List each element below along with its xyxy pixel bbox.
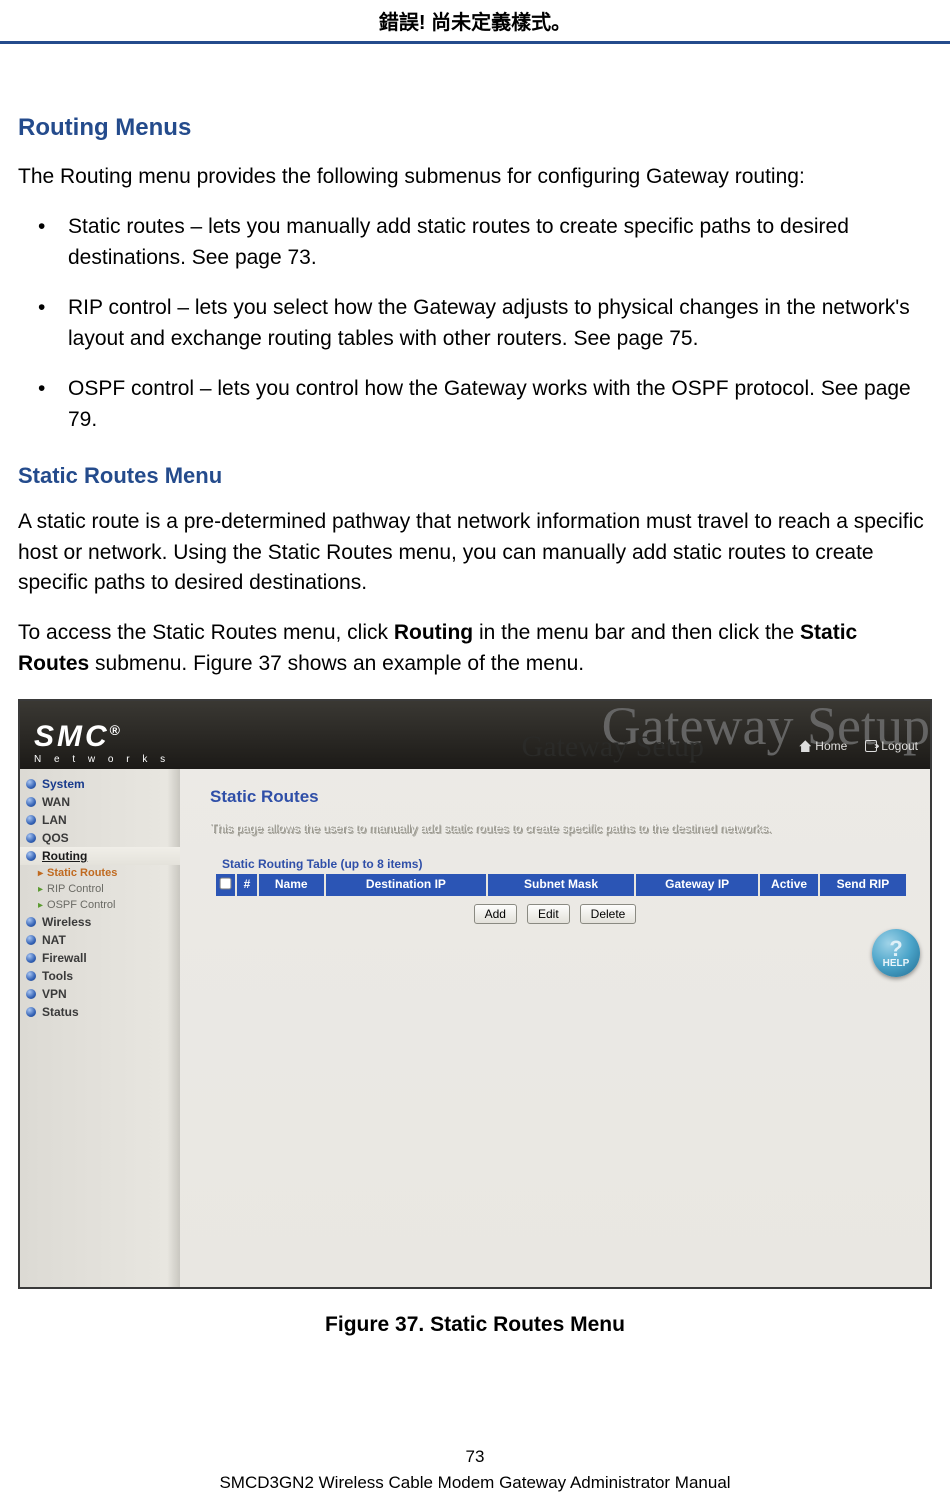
delete-button[interactable]: Delete bbox=[580, 904, 637, 924]
col-gateway-ip: Gateway IP bbox=[636, 874, 760, 896]
text-fragment: To access the Static Routes menu, click bbox=[18, 621, 394, 644]
text-fragment: in the menu bar and then click the bbox=[473, 621, 800, 644]
col-name: Name bbox=[259, 874, 326, 896]
dot-icon bbox=[26, 989, 36, 999]
nav-label: Status bbox=[42, 1005, 79, 1019]
text-fragment: submenu. Figure 37 shows an example of t… bbox=[89, 652, 584, 675]
nav-label: Routing bbox=[42, 849, 87, 863]
dot-icon bbox=[26, 971, 36, 981]
nav-sub-label: RIP Control bbox=[47, 883, 104, 895]
dot-icon bbox=[26, 953, 36, 963]
table-button-row: Add Edit Delete bbox=[210, 904, 900, 924]
dot-icon bbox=[26, 833, 36, 843]
logout-link[interactable]: Logout bbox=[865, 739, 918, 753]
intro-paragraph: The Routing menu provides the following … bbox=[18, 162, 932, 192]
nav-qos[interactable]: QOS bbox=[20, 829, 180, 847]
page-number: 73 bbox=[0, 1447, 950, 1467]
nav-sub-label: Static Routes bbox=[47, 867, 117, 879]
col-subnet-mask: Subnet Mask bbox=[488, 874, 636, 896]
figure-caption: Figure 37. Static Routes Menu bbox=[18, 1313, 932, 1337]
screenshot-header-bar: SMC® N e t w o r k s Gateway Setup Gatew… bbox=[20, 701, 930, 769]
bold-routing: Routing bbox=[394, 621, 473, 644]
arrow-icon: ▸ bbox=[38, 900, 43, 911]
nav-sub-label: OSPF Control bbox=[47, 899, 115, 911]
embedded-screenshot: SMC® N e t w o r k s Gateway Setup Gatew… bbox=[18, 699, 932, 1289]
bullet-ospf-control: OSPF control – lets you control how the … bbox=[48, 374, 932, 435]
col-destination-ip: Destination IP bbox=[326, 874, 488, 896]
nav-label: Wireless bbox=[42, 915, 91, 929]
help-question-icon: ? bbox=[889, 938, 902, 960]
static-routing-table-header: # Name Destination IP Subnet Mask Gatewa… bbox=[216, 874, 906, 896]
submenu-bullet-list: Static routes – lets you manually add st… bbox=[18, 212, 932, 435]
nav-label: Tools bbox=[42, 969, 73, 983]
col-send-rip: Send RIP bbox=[820, 874, 906, 896]
nav-nat[interactable]: NAT bbox=[20, 931, 180, 949]
nav-label: WAN bbox=[42, 795, 70, 809]
dot-icon bbox=[26, 851, 36, 861]
logo-subtitle: N e t w o r k s bbox=[34, 754, 170, 765]
edit-button[interactable]: Edit bbox=[527, 904, 570, 924]
nav-wireless[interactable]: Wireless bbox=[20, 913, 180, 931]
dot-icon bbox=[26, 797, 36, 807]
panel-title: Static Routes bbox=[210, 787, 906, 807]
nav-wan[interactable]: WAN bbox=[20, 793, 180, 811]
nav-sub-rip-control[interactable]: ▸ RIP Control bbox=[20, 881, 180, 897]
title-subtitle: Gateway Setup bbox=[522, 730, 704, 764]
header-divider bbox=[0, 41, 950, 44]
col-checkbox bbox=[216, 874, 237, 896]
heading-static-routes-menu: Static Routes Menu bbox=[18, 463, 932, 489]
nav-firewall[interactable]: Firewall bbox=[20, 949, 180, 967]
nav-status[interactable]: Status bbox=[20, 1003, 180, 1021]
logo: SMC® N e t w o r k s bbox=[20, 714, 180, 769]
page-footer: 73 SMCD3GN2 Wireless Cable Modem Gateway… bbox=[0, 1447, 950, 1493]
nav-label: NAT bbox=[42, 933, 66, 947]
nav-label: LAN bbox=[42, 813, 67, 827]
nav-tools[interactable]: Tools bbox=[20, 967, 180, 985]
logo-text: SMC® bbox=[34, 720, 123, 753]
footer-doc-title: SMCD3GN2 Wireless Cable Modem Gateway Ad… bbox=[0, 1473, 950, 1493]
home-link-label: Home bbox=[815, 739, 847, 753]
main-panel: Static Routes This page allows the users… bbox=[180, 769, 930, 1287]
side-navigation: System WAN LAN QOS Routing ▸ Static Route… bbox=[20, 769, 180, 1287]
nav-label: System bbox=[42, 777, 85, 791]
home-link[interactable]: Home bbox=[799, 739, 847, 753]
col-number: # bbox=[237, 874, 258, 896]
nav-sub-static-routes[interactable]: ▸ Static Routes bbox=[20, 865, 180, 881]
col-active: Active bbox=[760, 874, 820, 896]
nav-label: VPN bbox=[42, 987, 67, 1001]
home-icon bbox=[799, 740, 811, 752]
page-header-error: 錯誤! 尚未定義樣式。 bbox=[0, 0, 950, 41]
logo-registered: ® bbox=[110, 722, 123, 738]
logout-icon bbox=[865, 740, 877, 752]
logo-main-text: SMC bbox=[34, 720, 110, 753]
dot-icon bbox=[26, 815, 36, 825]
nav-label: QOS bbox=[42, 831, 69, 845]
nav-label: Firewall bbox=[42, 951, 87, 965]
panel-description: This page allows the users to manually a… bbox=[210, 821, 906, 835]
header-checkbox[interactable] bbox=[220, 878, 232, 890]
arrow-icon: ▸ bbox=[38, 868, 43, 879]
nav-lan[interactable]: LAN bbox=[20, 811, 180, 829]
static-routes-desc: A static route is a pre-determined pathw… bbox=[18, 507, 932, 598]
add-button[interactable]: Add bbox=[474, 904, 517, 924]
dot-icon bbox=[26, 779, 36, 789]
table-caption: Static Routing Table (up to 8 items) bbox=[222, 857, 906, 871]
dot-icon bbox=[26, 935, 36, 945]
dot-icon bbox=[26, 917, 36, 927]
dot-icon bbox=[26, 1007, 36, 1017]
static-routes-access: To access the Static Routes menu, click … bbox=[18, 618, 932, 679]
bullet-static-routes: Static routes – lets you manually add st… bbox=[48, 212, 932, 273]
help-label: HELP bbox=[883, 958, 910, 969]
nav-routing[interactable]: Routing bbox=[20, 847, 180, 865]
logout-link-label: Logout bbox=[881, 739, 918, 753]
arrow-icon: ▸ bbox=[38, 884, 43, 895]
page-content: Routing Menus The Routing menu provides … bbox=[0, 114, 950, 1337]
nav-vpn[interactable]: VPN bbox=[20, 985, 180, 1003]
help-button[interactable]: ? HELP bbox=[872, 929, 920, 977]
nav-system[interactable]: System bbox=[20, 775, 180, 793]
heading-routing-menus: Routing Menus bbox=[18, 114, 932, 142]
nav-sub-ospf-control[interactable]: ▸ OSPF Control bbox=[20, 897, 180, 913]
bullet-rip-control: RIP control – lets you select how the Ga… bbox=[48, 293, 932, 354]
header-links: Home Logout bbox=[799, 739, 918, 753]
